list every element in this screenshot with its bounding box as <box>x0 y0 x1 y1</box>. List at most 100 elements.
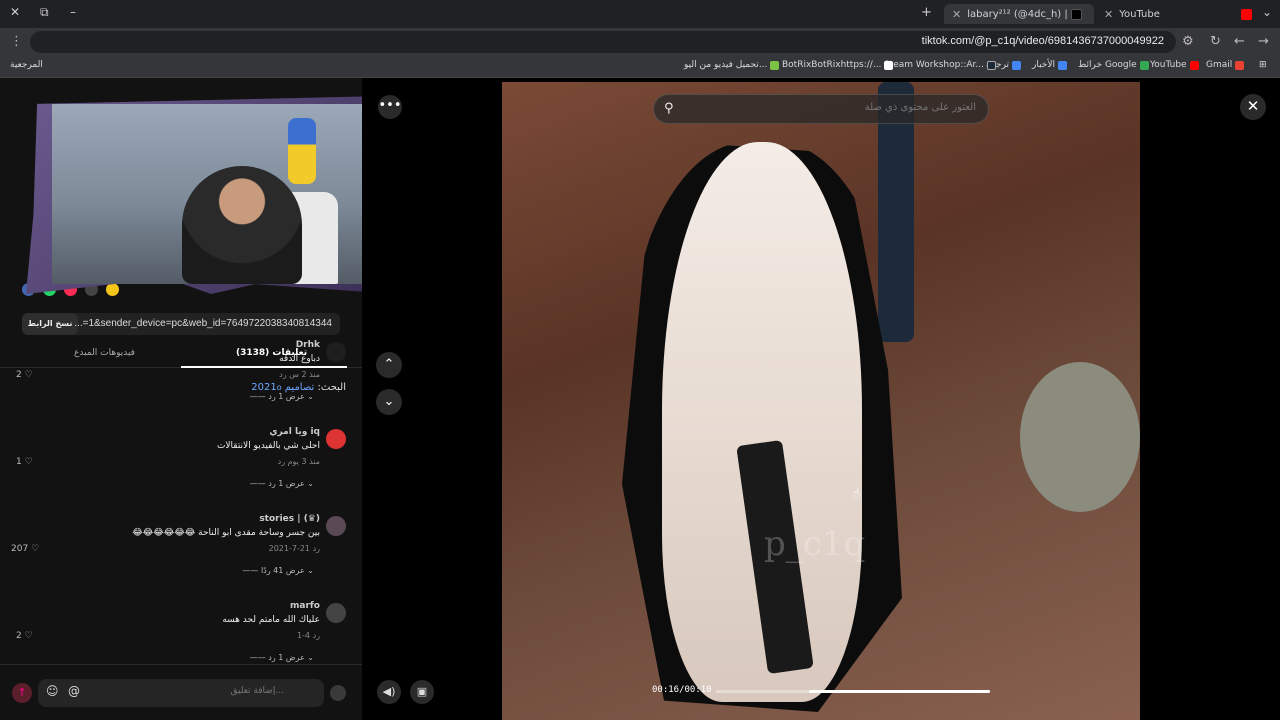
bookmark-label: تحميل فيديو من اليو... <box>684 60 768 70</box>
address-bar: ⋮ tiktok.com/@p_c1q/video/69814367370000… <box>0 28 1280 56</box>
comment-item: Drhk دباوع الدقه منذ 2 س رد 2 ♡ —— عرض 1… <box>0 340 362 426</box>
close-video-button[interactable]: ✕ <box>1240 94 1266 120</box>
bookmark-label: Gmail <box>1206 60 1233 70</box>
comment-author[interactable]: marfo <box>290 601 320 611</box>
comment-meta[interactable]: 1-4 رد <box>297 631 320 640</box>
avatar[interactable] <box>330 685 346 701</box>
comment-author[interactable]: Drhk <box>296 340 320 350</box>
window-maximize-icon[interactable]: ⧉ <box>40 5 49 20</box>
reload-icon[interactable]: ↻ <box>1210 34 1221 49</box>
search-icon[interactable]: ⚲ <box>664 101 674 116</box>
view-replies-button[interactable]: —— عرض 1 رد ⌄ <box>250 479 314 488</box>
bookmark-google-maps[interactable]: خرائط Google <box>1078 60 1149 70</box>
webcam-overlay <box>12 96 362 296</box>
comment-likes[interactable]: 1 ♡ <box>16 457 33 467</box>
youtube-icon <box>1189 60 1199 70</box>
tab-youtube[interactable]: ✕ YouTube <box>1104 4 1224 24</box>
translate-icon <box>1012 60 1022 70</box>
picture-in-picture-icon[interactable]: ▣ <box>410 680 434 704</box>
tab-search-icon[interactable]: ⌄ <box>1262 5 1272 19</box>
comment-item: stories | (♛) بين جسر وساحة مقدى ابو الن… <box>0 514 362 600</box>
comment-meta[interactable]: منذ 2 س رد <box>279 370 320 379</box>
gmail-icon <box>1235 60 1245 70</box>
like-count: 2 <box>16 370 22 380</box>
share-link-row: نسخ الرابط ...=1&sender_device=pc&web_id… <box>22 313 340 335</box>
next-video-button[interactable]: ⌄ <box>376 389 402 415</box>
mention-icon[interactable]: @ <box>68 684 80 698</box>
comment-author[interactable]: stories | (♛) <box>259 514 320 524</box>
comment-author[interactable]: ويا امري iq <box>269 427 320 437</box>
apps-icon[interactable]: ⊞ <box>1259 60 1267 70</box>
omnibox[interactable]: tiktok.com/@p_c1q/video/6981436737000049… <box>30 31 1176 53</box>
tab-label: labary²¹² (@4dc_h) | TikTok <box>967 8 1068 20</box>
window-minimize-icon[interactable]: – <box>70 5 76 19</box>
news-icon <box>1058 60 1068 70</box>
download-icon <box>770 60 780 70</box>
comment-text: بين جسر وساحة مقدى ابو الناحة 😂😂😂😂😂😂 <box>132 528 320 538</box>
tab-close-icon[interactable]: ✕ <box>1104 8 1113 21</box>
tiktok-favicon-icon <box>1071 8 1082 20</box>
bookmark-steam[interactable]: Steam Workshop::Ar... <box>884 60 997 70</box>
replies-label: عرض 41 ردًا <box>260 566 305 575</box>
like-count: 2 <box>16 631 22 641</box>
bookmark-youtube[interactable]: YouTube <box>1150 60 1199 70</box>
bookmark-news[interactable]: الأخبار <box>1032 60 1068 70</box>
comments-panel: نسخ الرابط ...=1&sender_device=pc&web_id… <box>0 78 362 720</box>
comment-meta[interactable]: منذ 3 يوم رد <box>278 457 320 466</box>
share-url-text[interactable]: ...=1&sender_device=pc&web_id=7649722038… <box>74 318 332 329</box>
view-replies-button[interactable]: —— عرض 1 رد ⌄ <box>250 392 314 401</box>
background-stool <box>1020 362 1140 512</box>
copy-link-button[interactable]: نسخ الرابط <box>22 313 78 335</box>
webcam-video <box>52 104 362 284</box>
url-text[interactable]: tiktok.com/@p_c1q/video/6981436737000049… <box>922 35 1164 47</box>
avatar[interactable] <box>326 429 346 449</box>
bookmark-video-download[interactable]: تحميل فيديو من اليو... <box>684 60 780 70</box>
avatar[interactable] <box>326 342 346 362</box>
comment-likes[interactable]: 2 ♡ <box>16 631 33 641</box>
comment-box: ☺ @ <box>38 679 324 707</box>
tab-tiktok[interactable]: ✕ labary²¹² (@4dc_h) | TikTok <box>944 4 1094 24</box>
avatar[interactable] <box>326 516 346 536</box>
related-search-input[interactable] <box>696 102 976 113</box>
volume-icon[interactable]: ◀) <box>377 680 401 704</box>
video-watermark: p_c1q <box>764 524 866 564</box>
bookmark-label: المرجعية <box>10 60 43 70</box>
browser-tab-bar: ✕ ⧉ – + ✕ labary²¹² (@4dc_h) | TikTok ✕ … <box>0 0 1280 28</box>
tab-close-icon[interactable]: ✕ <box>952 8 961 21</box>
avatar[interactable] <box>326 603 346 623</box>
comment-input[interactable] <box>84 686 284 696</box>
bookmark-gmail[interactable]: Gmail <box>1206 60 1245 70</box>
comment-likes[interactable]: 207 ♡ <box>11 544 39 554</box>
send-comment-button[interactable]: ↑ <box>12 683 32 703</box>
comment-text: احلى شي بالفيديو الانتقالات <box>216 441 320 451</box>
comment-text: دباوع الدقه <box>279 354 320 364</box>
heart-icon: ♡ <box>24 457 33 467</box>
site-settings-icon[interactable]: ⚙ <box>1182 34 1194 49</box>
bookmark-reference[interactable]: المرجعية <box>10 60 43 70</box>
bookmark-label: خرائط Google <box>1078 60 1137 70</box>
back-icon[interactable]: → <box>1258 34 1269 49</box>
view-replies-button[interactable]: —— عرض 41 ردًا ⌄ <box>242 566 314 575</box>
video-progress-bar[interactable] <box>716 690 990 693</box>
webcam-toy <box>288 118 316 184</box>
view-replies-button[interactable]: —— عرض 1 رد ⌄ <box>250 653 314 662</box>
new-tab-icon[interactable]: + <box>921 5 932 20</box>
chevron-down-icon: ⌄ <box>307 392 314 401</box>
window-close-icon[interactable]: ✕ <box>10 5 20 19</box>
bookmark-label: الأخبار <box>1032 60 1056 70</box>
comment-input-bar: ↑ ☺ @ <box>0 664 362 720</box>
comment-meta[interactable]: 2021-7-21 رد <box>269 544 320 553</box>
previous-video-button[interactable]: ⌃ <box>376 352 402 378</box>
forward-icon[interactable]: ← <box>1234 34 1245 49</box>
comment-likes[interactable]: 2 ♡ <box>16 370 33 380</box>
menu-icon[interactable]: ⋮ <box>10 34 23 49</box>
video-player[interactable]: p_c1q ☝ ⚲ 00:16/00:10 <box>502 82 1140 720</box>
steam-icon <box>987 60 997 70</box>
emoji-icon[interactable]: ☺ <box>46 684 59 698</box>
bookmark-label: Steam Workshop::Ar... <box>884 60 985 70</box>
more-options-button[interactable]: ••• <box>378 95 402 119</box>
bookmark-botrix[interactable]: BotRixBotRixhttps://... <box>782 60 894 70</box>
related-search-bar[interactable]: ⚲ <box>653 94 989 124</box>
tab-label: YouTube <box>1119 8 1160 20</box>
bookmarks-bar: ⊞ Gmail YouTube خرائط Google الأخبار ترج… <box>0 56 1280 78</box>
